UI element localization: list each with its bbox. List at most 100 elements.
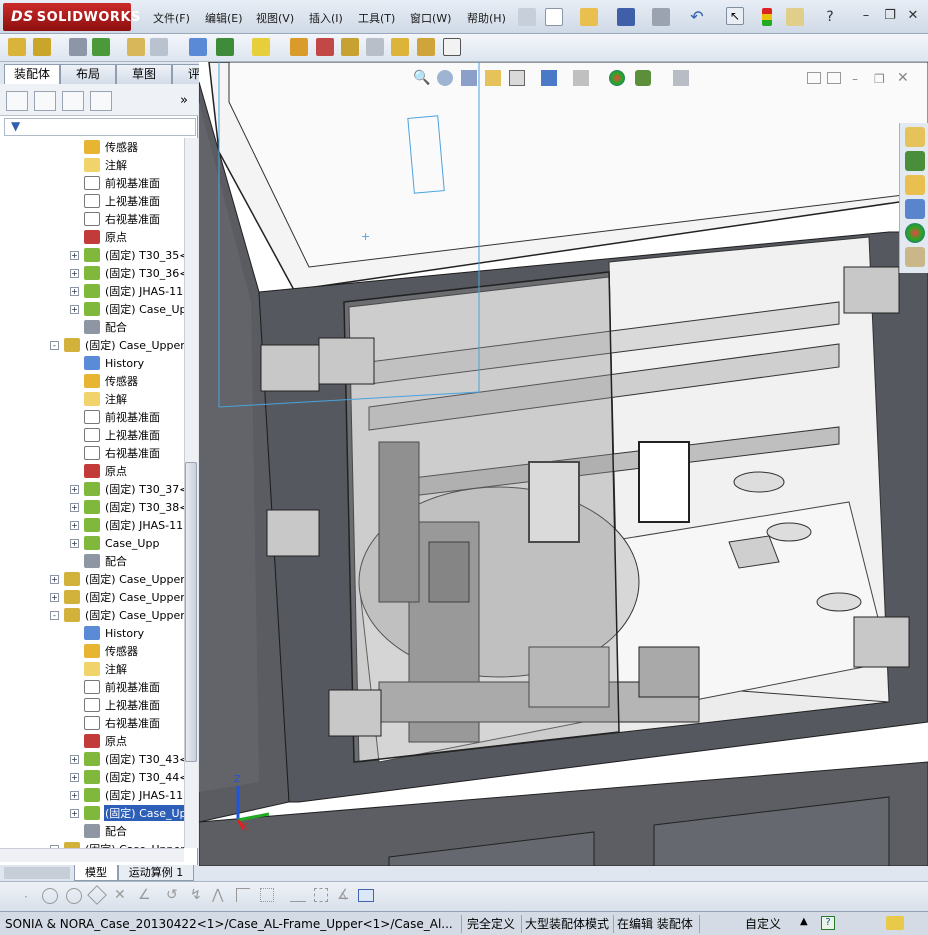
instant3d-icon[interactable] (443, 38, 461, 56)
tree-expander[interactable]: + (70, 809, 79, 818)
tree-expander[interactable]: + (70, 503, 79, 512)
new-document-icon[interactable] (545, 8, 563, 26)
tree-item[interactable]: History (84, 624, 145, 642)
corner-rectangle-icon[interactable] (236, 888, 250, 902)
tree-expander[interactable]: + (70, 539, 79, 548)
pin-icon[interactable] (518, 8, 536, 26)
viewport-close-icon[interactable]: ✕ (897, 70, 909, 86)
move-component-icon[interactable] (150, 38, 168, 56)
status-help-icon[interactable]: ? (821, 916, 835, 930)
tree-item[interactable]: 原点 (84, 732, 128, 750)
custom-properties-icon[interactable] (905, 247, 925, 267)
menu-window[interactable]: 窗口(W) (410, 10, 451, 26)
show-hidden-icon[interactable] (189, 38, 207, 56)
zoom-to-area-icon[interactable] (437, 70, 453, 86)
clearance-verification-icon[interactable] (417, 38, 435, 56)
status-units[interactable]: 自定义 (742, 915, 802, 933)
configuration-manager-icon[interactable] (62, 91, 84, 111)
angle-icon[interactable]: ∡ (337, 887, 350, 903)
tree-item[interactable]: 右视基准面 (84, 210, 161, 228)
tree-scroll-thumb[interactable] (185, 462, 197, 762)
tree-item[interactable]: (固定) T30_37< (84, 480, 184, 498)
tree-expander[interactable]: + (50, 593, 59, 602)
view-settings-icon[interactable] (673, 70, 689, 86)
print-icon[interactable] (652, 8, 670, 26)
tree-item[interactable]: 传感器 (84, 372, 139, 390)
tab-scroll-arrows[interactable] (4, 867, 70, 879)
tree-item[interactable]: 右视基准面 (84, 714, 161, 732)
tree-item[interactable]: Case_Upp (84, 534, 160, 552)
tree-item[interactable]: (固定) T30_36< (84, 264, 184, 282)
explode-line-sketch-icon[interactable] (366, 38, 384, 56)
reference-geometry-icon[interactable] (252, 38, 270, 56)
linear-pattern-icon[interactable] (92, 38, 110, 56)
tree-item[interactable]: 上视基准面 (84, 426, 161, 444)
smart-fasteners-icon[interactable] (127, 38, 145, 56)
table-icon[interactable] (358, 889, 374, 902)
tree-item[interactable]: (固定) Case_Upper_ (64, 336, 184, 354)
rebuild-traffic-light-icon[interactable] (762, 8, 772, 26)
insert-component-icon[interactable] (8, 38, 26, 56)
tree-filter[interactable]: ▼ (4, 118, 196, 136)
viewport-split-icon[interactable] (807, 72, 821, 84)
tree-item[interactable]: 注解 (84, 390, 128, 408)
tree-item[interactable]: 配合 (84, 318, 128, 336)
tree-item[interactable]: 前视基准面 (84, 408, 161, 426)
tree-item[interactable]: (固定) T30_35< (84, 246, 184, 264)
tree-item[interactable]: (固定) Case_Upper_ (64, 588, 184, 606)
viewport-minimize-icon[interactable]: – (852, 72, 858, 86)
display-style-icon[interactable] (541, 70, 557, 86)
tree-expander[interactable]: + (70, 773, 79, 782)
new-motion-study-icon[interactable] (290, 38, 308, 56)
tree-item[interactable]: (固定) Case_Upper_ (64, 570, 184, 588)
menu-edit[interactable]: 编辑(E) (205, 10, 243, 26)
tree-item[interactable]: (固定) T30_43< (84, 750, 184, 768)
section-view-icon[interactable] (485, 70, 501, 86)
menu-view[interactable]: 视图(V) (256, 10, 294, 26)
point-icon[interactable]: · (24, 890, 28, 904)
tree-item[interactable]: (固定) T30_44< (84, 768, 184, 786)
linear-sketch-pattern-icon[interactable] (290, 888, 306, 902)
tree-item[interactable]: 传感器 (84, 138, 139, 156)
tree-expander[interactable]: + (70, 269, 79, 278)
tree-item[interactable]: (固定) Case_Upper_ (64, 840, 184, 848)
tree-expander[interactable]: + (70, 755, 79, 764)
tree-expander[interactable]: + (70, 287, 79, 296)
tree-expander[interactable]: + (50, 575, 59, 584)
mate-icon[interactable] (69, 38, 87, 56)
tree-expander[interactable]: + (70, 791, 79, 800)
edit-appearance-icon[interactable] (609, 70, 625, 86)
file-explorer-icon[interactable] (905, 175, 925, 195)
menu-file[interactable]: 文件(F) (153, 10, 190, 26)
new-part-icon[interactable] (33, 38, 51, 56)
appearances-icon[interactable] (905, 223, 925, 243)
zoom-to-fit-icon[interactable]: 🔍 (413, 70, 430, 86)
units-dropdown-icon[interactable]: ▲ (800, 916, 808, 927)
center-circle-icon[interactable] (66, 888, 82, 904)
tree-item[interactable]: History (84, 354, 145, 372)
extend-icon[interactable]: ↯ (190, 887, 202, 903)
tree-expander[interactable]: - (50, 611, 59, 620)
tree-expander[interactable]: + (70, 251, 79, 260)
tree-expander[interactable]: + (70, 521, 79, 530)
tree-item[interactable]: (固定) JHAS-115 (84, 516, 184, 534)
tree-item[interactable]: 原点 (84, 462, 128, 480)
view-orientation-icon[interactable] (509, 70, 525, 86)
tags-icon[interactable] (886, 916, 904, 930)
tree-item[interactable]: 配合 (84, 822, 128, 840)
viewport-tile-icon[interactable] (827, 72, 841, 84)
viewport-restore-icon[interactable]: ❐ (874, 72, 885, 86)
display-manager-icon[interactable] (90, 91, 112, 111)
tree-expander[interactable]: - (50, 341, 59, 350)
menu-help[interactable]: 帮助(H) (467, 10, 506, 26)
menu-insert[interactable]: 插入(I) (309, 10, 343, 26)
tree-item[interactable]: 原点 (84, 228, 128, 246)
tab-model[interactable]: 模型 (74, 865, 118, 881)
tab-sketch[interactable]: 草图 (116, 64, 172, 84)
polygon-icon[interactable] (87, 885, 107, 905)
apply-scene-icon[interactable] (635, 70, 651, 86)
options-icon[interactable] (786, 8, 804, 26)
help-icon[interactable]: ? (821, 8, 839, 26)
tree-item[interactable]: 传感器 (84, 642, 139, 660)
solidworks-resources-icon[interactable] (905, 127, 925, 147)
